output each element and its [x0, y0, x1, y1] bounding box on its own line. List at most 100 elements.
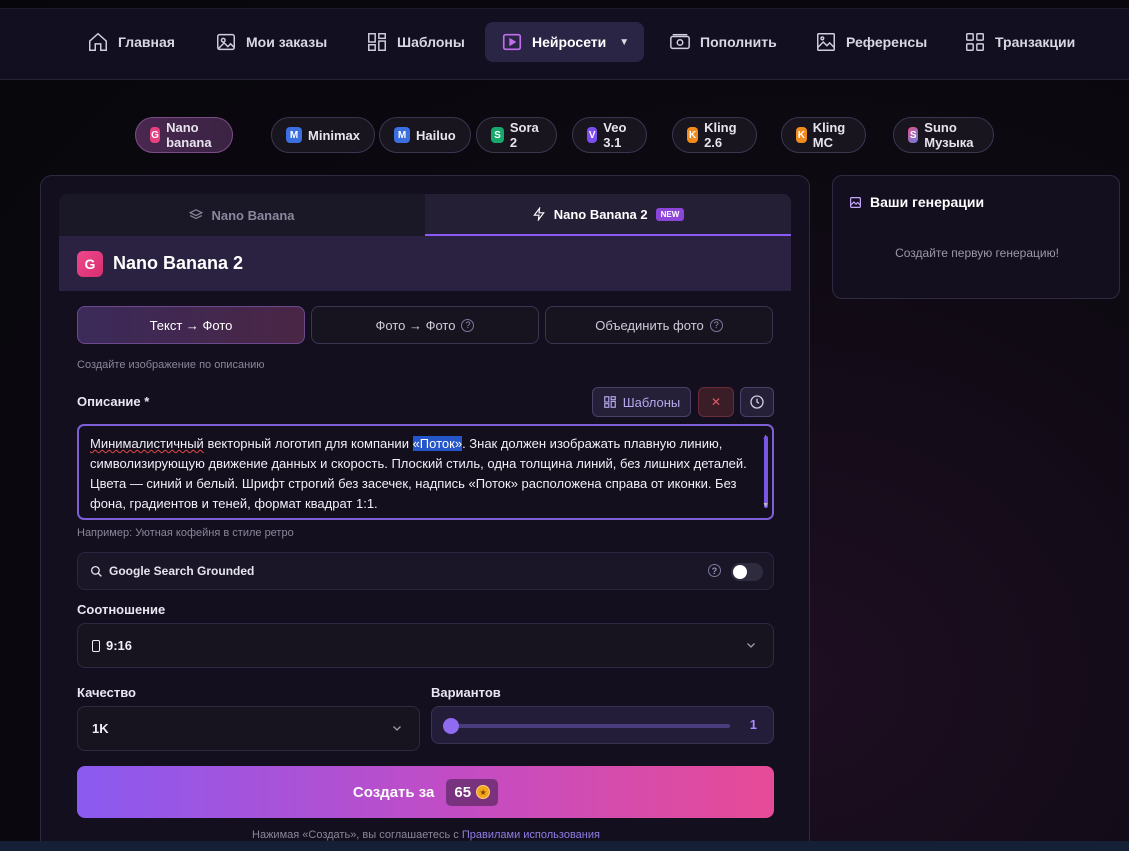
chip-badge: S: [491, 127, 504, 143]
chip-label: Hailuo: [416, 127, 456, 143]
chip-minimax[interactable]: M Minimax: [271, 117, 376, 153]
tab-nano-banana-2[interactable]: Nano Banana 2 NEW: [425, 194, 791, 236]
chevron-down-icon: [747, 643, 755, 648]
home-icon: [89, 32, 107, 51]
help-icon[interactable]: ?: [708, 564, 721, 577]
nav-transactions[interactable]: Транзакции: [952, 22, 1087, 62]
mode-label: Фото → Фото: [375, 317, 456, 333]
chip-label: Minimax: [308, 127, 361, 143]
chip-sora-2[interactable]: S Sora 2: [476, 117, 557, 153]
quality-select[interactable]: 1K: [77, 706, 420, 751]
description-textarea[interactable]: Минималистичный векторный логотип для ко…: [77, 424, 774, 520]
chip-suno[interactable]: S Suno Музыка: [893, 117, 995, 153]
tab-nano-banana[interactable]: Nano Banana: [59, 194, 425, 236]
chevron-down-icon: [393, 726, 401, 731]
chip-badge: M: [286, 127, 302, 143]
nav-templates[interactable]: Шаблоны: [354, 22, 477, 62]
generations-empty: Создайте первую генерацию!: [895, 246, 1059, 260]
terms-link[interactable]: Правилами использования: [462, 829, 600, 841]
nav-neural-networks[interactable]: Нейросети ▼: [485, 22, 644, 62]
chip-badge: M: [394, 127, 410, 143]
nav-top-up[interactable]: Пополнить: [657, 22, 789, 62]
nav-references[interactable]: Референсы: [803, 22, 939, 62]
terms-text: Нажимая «Создать», вы соглашаетесь с: [252, 829, 462, 841]
create-label: Создать за: [352, 783, 435, 801]
mode-hint: Создайте изображение по описанию: [77, 359, 265, 371]
description-example: Например: Уютная кофейня в стиле ретро: [77, 527, 294, 539]
variants-value: 1: [749, 717, 757, 732]
generation-panel: Nano Banana Nano Banana 2 NEW G Nano Ban…: [40, 175, 810, 851]
price-value: 65: [454, 783, 472, 801]
model-title: Nano Banana 2: [113, 253, 244, 273]
description-label: Описание *: [77, 394, 150, 409]
quality-value: 1K: [92, 721, 109, 736]
chip-kling-mc[interactable]: K Kling MC: [781, 117, 866, 153]
chip-badge: K: [796, 127, 807, 143]
chip-label: Nano banana: [166, 120, 212, 150]
close-icon: ✕: [710, 395, 722, 409]
portrait-icon: [92, 639, 100, 652]
chip-badge: G: [150, 127, 161, 143]
coin-icon: ★: [476, 785, 491, 799]
grounding-label: Google Search Grounded: [109, 564, 255, 578]
generations-panel: Ваши генерации Создайте первую генерацию…: [832, 175, 1120, 299]
chip-veo[interactable]: V Veo 3.1: [572, 117, 648, 153]
mode-text-to-photo[interactable]: Текст → Фото: [77, 306, 305, 344]
new-badge: NEW: [655, 207, 685, 221]
grid-icon: [368, 33, 386, 51]
help-icon[interactable]: ?: [709, 318, 723, 332]
nav-my-orders-label: Мои заказы: [246, 34, 328, 50]
terms-note: Нажимая «Создать», вы соглашаетесь с Пра…: [41, 829, 811, 841]
clear-button[interactable]: ✕: [698, 387, 734, 417]
chip-kling-26[interactable]: K Kling 2.6: [672, 117, 757, 153]
chip-label: Kling MC: [812, 120, 846, 150]
slider-track[interactable]: [444, 724, 730, 728]
slider-thumb[interactable]: [443, 718, 459, 734]
description-text: векторный логотип для компании: [203, 436, 413, 451]
model-badge: G: [77, 250, 103, 277]
chip-label: Suno Музыка: [924, 120, 974, 150]
chip-label: Veo 3.1: [603, 120, 627, 150]
chevron-down-icon: ▼: [619, 36, 630, 48]
chip-badge: S: [908, 127, 919, 143]
mode-photo-to-photo[interactable]: Фото → Фото ?: [311, 306, 539, 344]
chip-label: Kling 2.6: [704, 120, 737, 150]
picture-icon: [817, 33, 835, 51]
nav-transactions-label: Транзакции: [995, 34, 1076, 50]
bottom-strip: [0, 841, 1129, 851]
play-icon: [502, 33, 522, 51]
wallet-icon: [670, 33, 690, 50]
generations-title: Ваши генерации: [849, 194, 984, 210]
clock-icon: [750, 395, 764, 409]
mode-label: Текст → Фото: [149, 317, 233, 333]
create-button[interactable]: Создать за 65 ★: [77, 766, 774, 818]
nav-templates-label: Шаблоны: [397, 34, 465, 50]
variants-slider[interactable]: 1: [431, 706, 774, 744]
apps-icon: [966, 33, 984, 51]
variants-label: Вариантов: [431, 685, 501, 700]
templates-button-label: Шаблоны: [622, 394, 681, 410]
nav-home-label: Главная: [118, 34, 175, 50]
nav-home[interactable]: Главная: [75, 22, 187, 62]
tab-label: Nano Banana: [211, 207, 295, 223]
layers-icon: [189, 209, 204, 220]
history-button[interactable]: [740, 387, 774, 417]
generations-title-text: Ваши генерации: [870, 194, 985, 210]
chip-badge: K: [687, 127, 699, 143]
mode-merge-photo[interactable]: Объединить фото ?: [545, 306, 773, 344]
nav-my-orders[interactable]: Мои заказы: [203, 22, 339, 62]
top-navigation: Главная Мои заказы Шаблоны Нейросети ▼ П…: [0, 8, 1129, 80]
nav-neural-networks-label: Нейросети: [532, 34, 607, 50]
grounding-toggle[interactable]: [731, 563, 763, 581]
bolt-icon: [532, 207, 545, 221]
quality-label: Качество: [77, 685, 136, 700]
scroll-down-icon[interactable]: ▼: [762, 496, 769, 516]
ratio-select[interactable]: 9:16: [77, 623, 774, 668]
chip-hailuo[interactable]: M Hailuo: [379, 117, 471, 153]
price-badge: 65 ★: [446, 778, 499, 806]
help-icon[interactable]: ?: [461, 318, 475, 332]
image-icon: [217, 33, 235, 51]
ratio-value: 9:16: [106, 638, 133, 653]
chip-nano-banana[interactable]: G Nano banana: [135, 117, 233, 153]
templates-button[interactable]: Шаблоны: [592, 387, 691, 417]
